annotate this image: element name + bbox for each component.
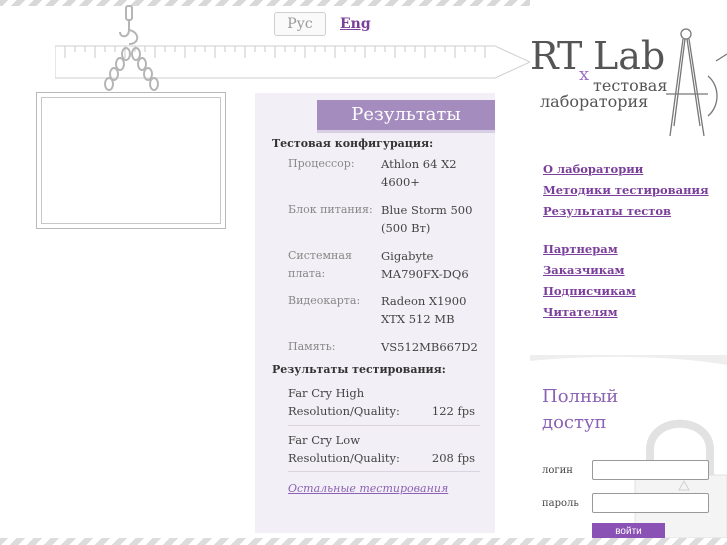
password-label: пароль: [542, 498, 579, 509]
logo-rt-text: RT: [530, 34, 582, 78]
result-label-high: Far Cry High Resolution/Quality:: [288, 386, 400, 418]
bottom-hatch-decoration: [0, 538, 727, 545]
logo-lab-text: Lab: [593, 34, 666, 78]
result-separator: [288, 471, 480, 472]
lang-link-eng[interactable]: Eng: [340, 16, 371, 32]
nav-partners[interactable]: Партнерам: [543, 239, 636, 260]
login-title: Полный доступ: [542, 386, 619, 433]
result-separator: [288, 425, 480, 426]
config-value-memory: VS512MB667D2: [381, 340, 478, 354]
login-label: логин: [542, 465, 573, 476]
logo-subtitle-line2: лаборатория: [540, 92, 649, 111]
config-label-motherboard: Системная плата:: [288, 249, 352, 280]
config-label-psu: Блок питания:: [288, 203, 373, 216]
nav-customers[interactable]: Заказчикам: [543, 260, 636, 281]
rtlab-logo[interactable]: RT x Lab тестовая лаборатория: [530, 28, 727, 150]
result-value-low: 208 fps: [431, 451, 475, 465]
password-input[interactable]: [592, 493, 709, 513]
nav-primary: О лаборатории Методики тестирования Резу…: [543, 159, 709, 222]
config-label-memory: Память:: [288, 340, 336, 353]
config-heading: Тестовая конфигурация:: [272, 137, 434, 150]
nav-secondary: Партнерам Заказчикам Подписчикам Читател…: [543, 239, 636, 323]
image-frame: [36, 92, 226, 229]
result-label-low: Far Cry Low Resolution/Quality:: [288, 433, 400, 465]
logo-x-text: x: [579, 64, 590, 85]
nav-readers[interactable]: Читателям: [543, 302, 636, 323]
config-label-gpu: Видеокарта:: [288, 294, 361, 307]
nav-subscribers[interactable]: Подписчикам: [543, 281, 636, 302]
language-switcher: Рус Eng: [274, 12, 371, 36]
lang-current-ru: Рус: [274, 12, 326, 36]
nav-about[interactable]: О лаборатории: [543, 159, 709, 180]
compass-icon: [666, 28, 727, 137]
nav-results[interactable]: Результаты тестов: [543, 201, 709, 222]
config-value-gpu: Radeon X1900 XTX 512 MB: [381, 294, 467, 326]
login-input[interactable]: [592, 460, 709, 480]
config-value-psu: Blue Storm 500 (500 Вт): [381, 203, 473, 235]
result-value-high: 122 fps: [431, 404, 475, 418]
config-label-cpu: Процессор:: [288, 157, 355, 170]
nav-methods[interactable]: Методики тестирования: [543, 180, 709, 201]
top-hatch-decoration: [0, 0, 530, 6]
config-value-cpu: Athlon 64 X2 4600+: [381, 157, 457, 189]
results-heading: Результаты тестирования:: [272, 363, 446, 376]
image-frame-inner: [41, 97, 221, 224]
panel-title: Результаты: [317, 100, 495, 130]
config-value-motherboard: Gigabyte MA790FX-DQ6: [381, 249, 469, 281]
results-panel: Результаты Тестовая конфигурация: Процес…: [255, 93, 495, 533]
other-tests-link[interactable]: Остальные тестирования: [288, 482, 448, 495]
hook-chain-decoration: [104, 5, 159, 91]
